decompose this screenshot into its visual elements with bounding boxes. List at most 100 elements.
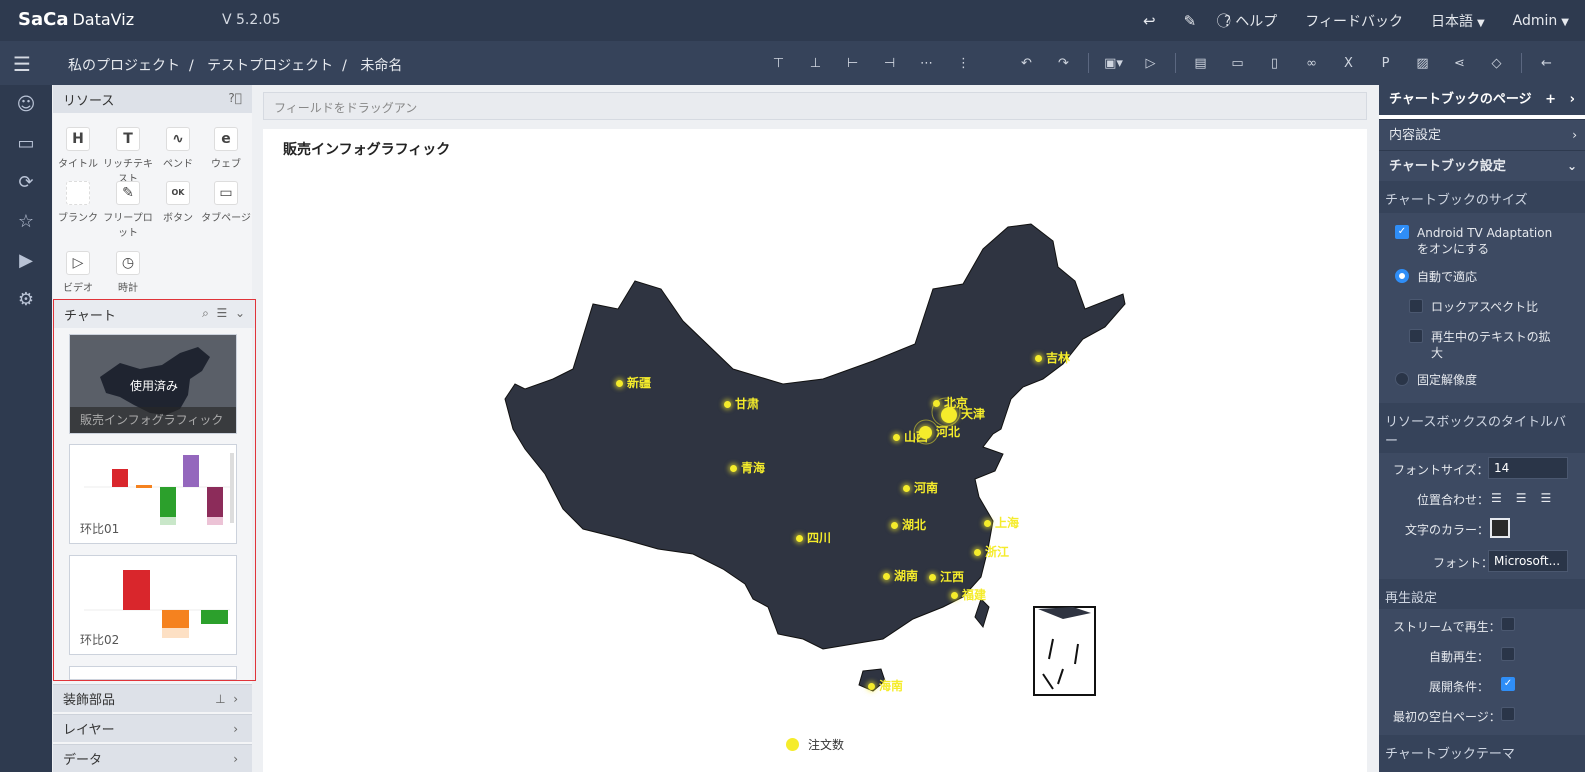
resource-header: リソース ?⃝ [53,85,252,113]
android-tv-checkbox[interactable]: ✓ Android TV Adaptation をオンにする [1395,225,1575,257]
chevron-right-icon[interactable]: › [1570,92,1575,107]
map-point[interactable]: 上海 [984,514,1019,531]
help-link[interactable]: ?⃝ ヘルプ [1224,11,1277,31]
resource-clock[interactable]: ◷ 時計 [103,251,153,294]
sync-icon[interactable]: ⟳ [0,163,52,202]
fixed-res-radio[interactable]: 固定解像度 [1395,372,1477,388]
map-point[interactable]: 江西 [929,568,964,585]
resource-button[interactable]: OK ボタン [153,181,203,224]
map-point[interactable]: 四川 [796,529,831,546]
redo-icon[interactable]: ↷ [1045,56,1082,71]
mobile-icon[interactable]: ▯ [1256,56,1293,71]
list-icon[interactable]: ☰ [217,306,228,320]
chart-canvas[interactable]: 販売インフォグラフィック 新疆 甘肃 青海 吉林 北京 天津 山西 河北 河南 … [263,129,1367,772]
resource-freeplot[interactable]: ✎ フリープロット [103,181,153,239]
lock-aspect-checkbox[interactable]: ロックアスペクト比 [1409,299,1538,315]
user-icon[interactable]: ☺ [0,85,52,124]
search-icon[interactable]: ⌕ [202,306,209,320]
pdf-icon[interactable]: P [1367,56,1404,71]
undo-icon[interactable]: ↩ [1143,12,1156,30]
resource-web[interactable]: e ウェブ [201,127,251,170]
accordion-decor[interactable]: 装飾部品 ⊥ › [53,684,252,712]
edit-icon[interactable]: ✎ [1184,12,1197,30]
align-label: 位置合わせ： [1417,493,1490,507]
link-icon[interactable]: ∞ [1293,56,1330,71]
align-right-icon[interactable]: ☰ [1541,491,1566,505]
distribute-h-icon[interactable]: ⋯ [908,56,945,71]
chart-section: チャート ⌕ ☰ ⌄ 使用済み 販売インフォグラフィック 环比01 环比02 [53,299,256,681]
map-point[interactable]: 河北 [919,423,960,440]
card-icon[interactable]: ▭ [1219,56,1256,71]
breadcrumb-item[interactable]: 私のプロジェクト [68,58,180,74]
tag-icon[interactable]: ◇ [1478,56,1515,71]
align-left-icon[interactable]: ⊢ [834,56,871,71]
breadcrumb-item[interactable]: テストプロジェクト [207,58,333,74]
align-left-icon[interactable]: ☰ [1491,491,1516,505]
excel-icon[interactable]: X [1330,56,1367,71]
resource-richtext[interactable]: T リッチテキスト [103,127,153,185]
monitor-icon[interactable]: ▭ [0,124,52,163]
map-point[interactable]: 甘肃 [724,395,759,412]
align-top-icon[interactable]: ⊤ [760,56,797,71]
chart-thumb-partial[interactable] [69,666,237,680]
accordion-layer[interactable]: レイヤー › [53,714,252,742]
expand-checkbox[interactable]: ✓ [1501,677,1515,691]
undo-icon[interactable]: ↶ [1008,56,1045,71]
help-icon[interactable]: ?⃝ [228,91,242,105]
font-select[interactable]: Microsoft... [1488,550,1568,572]
image-icon[interactable]: ▨ [1404,56,1441,71]
feedback-link[interactable]: フィードバック [1305,11,1403,31]
enlarge-text-checkbox[interactable]: 再生中のテキストの拡大 [1409,329,1579,361]
field-drop-zone[interactable]: フィールドをドラッグアン [263,92,1367,120]
map-point[interactable]: 天津 [941,405,985,423]
map-point[interactable]: 吉林 [1035,349,1070,366]
auto-fit-radio[interactable]: 自動で適応 [1395,269,1477,285]
accordion-data[interactable]: データ › [53,744,252,772]
chart-thumb-map[interactable]: 使用済み 販売インフォグラフィック [69,334,237,434]
share-icon[interactable]: ⋖ [1441,56,1478,71]
map-point[interactable]: 新疆 [616,374,651,391]
autoplay-label: 自動再生： [1429,650,1490,664]
back-icon[interactable]: ← [1528,56,1565,71]
map-point[interactable]: 河南 [903,479,938,496]
language-select[interactable]: 日本語 ▼ [1431,11,1485,31]
book-settings-row[interactable]: チャートブック設定 ⌄ [1379,150,1585,181]
resource-title[interactable]: H タイトル [53,127,103,170]
theme-label: チャートブックテーマ [1385,747,1515,762]
map-point[interactable]: 湖北 [891,516,926,533]
resource-blank[interactable]: ブランク [53,181,103,224]
map-point[interactable]: 青海 [730,459,765,476]
resource-tabpage[interactable]: ▭ タブページ [201,181,251,224]
autoplay-checkbox[interactable] [1501,647,1515,661]
map-point[interactable]: 福建 [951,586,986,603]
font-size-label: フォントサイズ： [1393,463,1489,477]
chart-legend[interactable]: 注文数 [786,736,844,753]
align-right-icon[interactable]: ⊣ [871,56,908,71]
chevron-down-icon: ▼ [1476,17,1485,29]
font-size-input[interactable]: 14 [1488,457,1568,479]
first-blank-checkbox[interactable] [1501,707,1515,721]
map-point[interactable]: 海南 [868,677,903,694]
resource-pen[interactable]: ∿ ペンド [153,127,203,170]
distribute-v-icon[interactable]: ⋮ [945,56,982,71]
chevron-down-icon[interactable]: ⌄ [235,306,245,320]
align-center-icon[interactable]: ☰ [1516,491,1541,505]
page-icon[interactable]: ▤ [1182,56,1219,71]
save-icon[interactable]: ▣▾ [1095,56,1132,71]
map-point[interactable]: 浙江 [974,543,1009,560]
gear-icon[interactable]: ⚙ [0,280,52,319]
chart-thumb-bar1[interactable]: 环比01 [69,444,237,544]
menu-icon[interactable]: ☰ [13,52,31,76]
user-menu[interactable]: Admin ▼ [1513,13,1569,29]
chart-thumb-bar2[interactable]: 环比02 [69,555,237,655]
add-icon[interactable]: + [1545,92,1556,107]
stream-checkbox[interactable] [1501,617,1515,631]
content-settings-row[interactable]: 内容設定 › [1379,119,1585,150]
star-icon[interactable]: ☆ [0,202,52,241]
text-color-swatch[interactable] [1490,518,1510,538]
resource-video[interactable]: ▷ ビデオ [53,251,103,294]
align-bottom-icon[interactable]: ⊥ [797,56,834,71]
play-icon[interactable]: ▷ [1132,56,1169,71]
play-circle-icon[interactable]: ▶ [0,241,52,280]
map-point[interactable]: 湖南 [883,567,918,584]
